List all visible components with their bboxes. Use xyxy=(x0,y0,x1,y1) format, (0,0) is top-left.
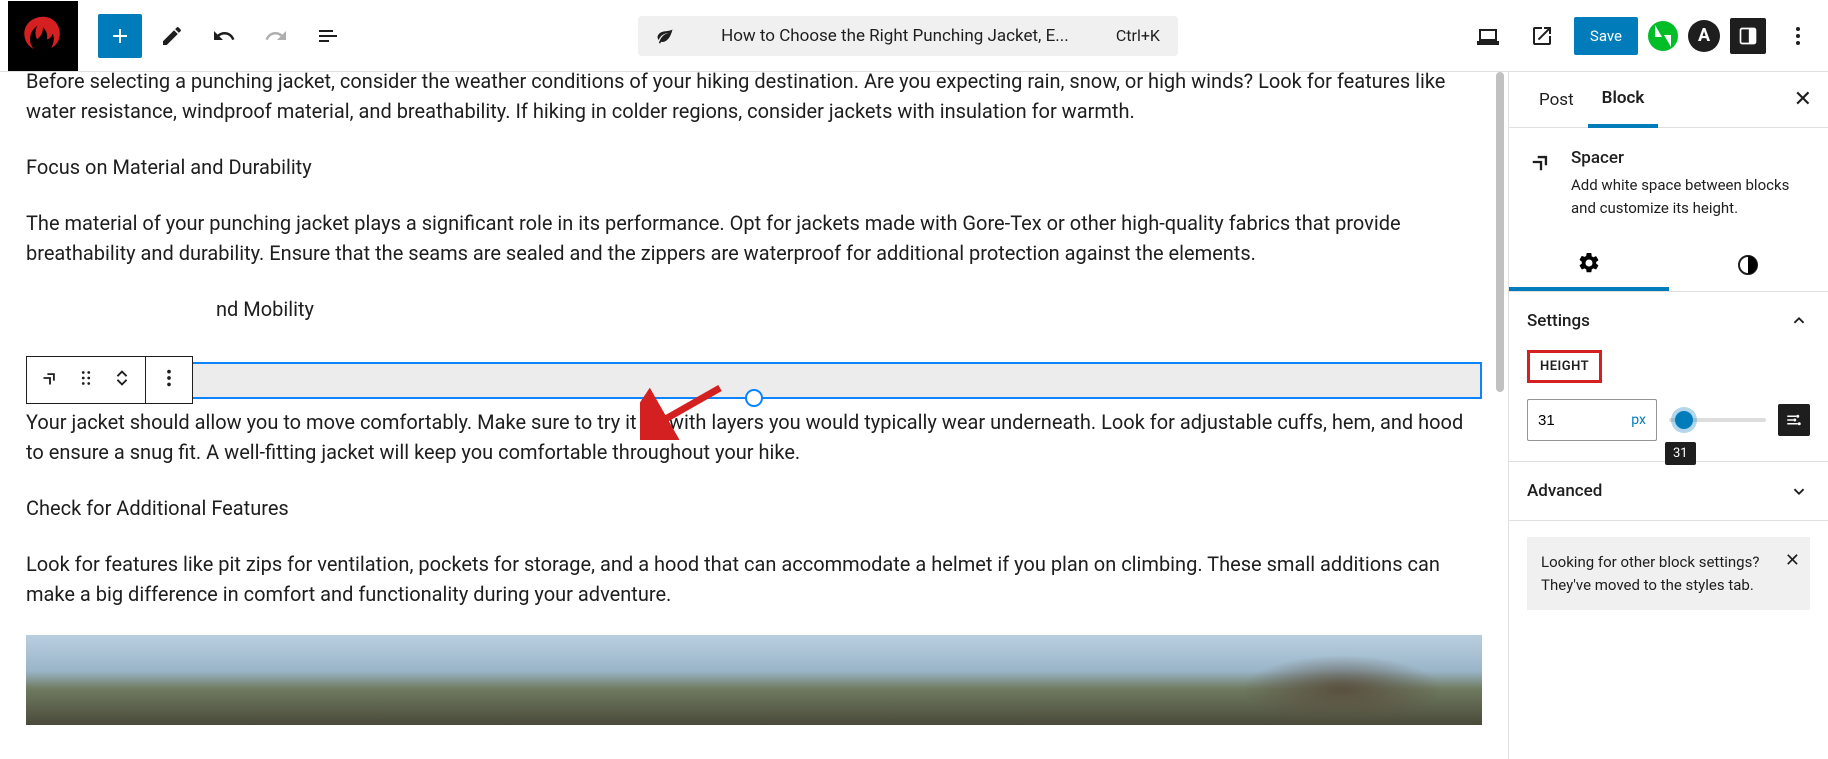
close-sidebar-button[interactable]: ✕ xyxy=(1794,87,1812,112)
heading-block-partial[interactable]: nd Mobility xyxy=(26,294,1482,324)
document-outline-button[interactable] xyxy=(306,14,350,58)
height-slider[interactable]: 31 xyxy=(1669,418,1766,422)
tab-block[interactable]: Block xyxy=(1588,72,1659,128)
resize-handle[interactable] xyxy=(745,389,763,407)
site-logo[interactable] xyxy=(8,1,78,71)
chevron-up-icon xyxy=(1788,310,1810,332)
styles-notice: Looking for other block settings? They'v… xyxy=(1527,537,1810,610)
tab-settings-icon[interactable] xyxy=(1509,239,1669,291)
styles-icon xyxy=(1736,253,1760,277)
block-name: Spacer xyxy=(1571,148,1810,168)
block-toolbar xyxy=(26,356,193,404)
chevron-down-icon xyxy=(1788,480,1810,502)
height-label: HEIGHT xyxy=(1527,350,1602,383)
height-unit[interactable]: px xyxy=(1631,412,1646,428)
height-input[interactable]: px xyxy=(1527,399,1657,441)
block-description: Spacer Add white space between blocks an… xyxy=(1509,128,1828,239)
scrollbar[interactable]: ▲ xyxy=(1492,72,1508,759)
dismiss-notice-button[interactable]: ✕ xyxy=(1785,547,1800,574)
settings-panel: Settings HEIGHT px xyxy=(1509,292,1828,462)
options-button[interactable] xyxy=(1776,14,1820,58)
scroll-thumb[interactable] xyxy=(1496,72,1504,392)
command-palette-button[interactable]: How to Choose the Right Punching Jacket,… xyxy=(638,16,1178,56)
preview-button[interactable] xyxy=(1520,14,1564,58)
settings-panel-toggle[interactable] xyxy=(1730,18,1766,54)
right-toolbar: Save A xyxy=(1466,14,1820,58)
height-value-field[interactable] xyxy=(1538,412,1588,429)
heading-block[interactable]: Focus on Material and Durability xyxy=(26,152,1482,182)
settings-sidebar: Post Block ✕ Spacer Add white space betw… xyxy=(1508,72,1828,759)
paragraph-block[interactable]: Look for features like pit zips for vent… xyxy=(26,549,1482,609)
annotation-arrow-icon xyxy=(640,380,730,440)
settings-panel-toggle[interactable]: Settings xyxy=(1509,292,1828,350)
paragraph-block[interactable]: Before selecting a punching jacket, cons… xyxy=(26,72,1482,126)
paragraph-block[interactable]: Your jacket should allow you to move com… xyxy=(26,407,1482,467)
slider-thumb[interactable] xyxy=(1675,411,1693,429)
save-button[interactable]: Save xyxy=(1574,17,1638,55)
image-block[interactable] xyxy=(26,635,1482,725)
redo-button[interactable] xyxy=(254,14,298,58)
document-title-area: How to Choose the Right Punching Jacket,… xyxy=(358,16,1458,56)
spacer-block[interactable] xyxy=(26,362,1482,399)
sliders-icon xyxy=(1785,411,1803,429)
editor-canvas[interactable]: Before selecting a punching jacket, cons… xyxy=(0,72,1508,759)
tab-post[interactable]: Post xyxy=(1525,72,1588,128)
dimension-options-button[interactable] xyxy=(1778,404,1810,436)
paragraph-block[interactable]: The material of your punching jacket pla… xyxy=(26,208,1482,268)
drag-handle-icon[interactable] xyxy=(75,367,97,393)
tools-button[interactable] xyxy=(150,14,194,58)
undo-button[interactable] xyxy=(202,14,246,58)
sidebar-sub-tabs xyxy=(1509,239,1828,292)
block-desc-text: Add white space between blocks and custo… xyxy=(1571,174,1810,219)
gear-icon xyxy=(1577,251,1601,275)
advanced-panel-toggle[interactable]: Advanced xyxy=(1509,462,1828,520)
advanced-panel: Advanced xyxy=(1509,462,1828,521)
jetpack-icon[interactable] xyxy=(1648,21,1678,51)
top-toolbar: How to Choose the Right Punching Jacket,… xyxy=(0,0,1828,72)
document-title: How to Choose the Right Punching Jacket,… xyxy=(688,26,1102,46)
leaf-icon xyxy=(656,27,674,45)
spacer-icon xyxy=(1527,148,1555,176)
slider-tooltip: 31 xyxy=(1665,442,1696,465)
view-button[interactable] xyxy=(1466,14,1510,58)
astra-icon[interactable]: A xyxy=(1688,20,1720,52)
keyboard-shortcut: Ctrl+K xyxy=(1116,26,1160,45)
spacer-block-icon[interactable] xyxy=(39,367,61,393)
add-block-button[interactable] xyxy=(98,14,142,58)
move-updown-icon[interactable] xyxy=(111,367,133,393)
tab-styles-icon[interactable] xyxy=(1669,239,1828,291)
more-options-icon[interactable] xyxy=(158,367,180,393)
sidebar-tabs: Post Block ✕ xyxy=(1509,72,1828,128)
heading-block[interactable]: Check for Additional Features xyxy=(26,493,1482,523)
